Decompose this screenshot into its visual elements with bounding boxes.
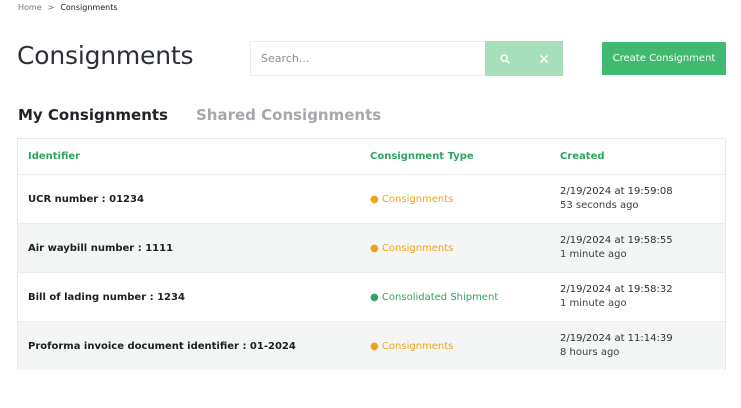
breadcrumb: Home > Consignments [18,2,118,12]
search-bar [250,41,563,76]
row-identifier[interactable]: UCR number : 01234 [28,194,144,205]
column-header-identifier[interactable]: Identifier [28,151,80,162]
row-type: ● Consolidated Shipment [370,292,498,303]
row-identifier[interactable]: Bill of lading number : 1234 [28,292,185,303]
tab-shared-consignments[interactable]: Shared Consignments [196,106,381,124]
row-created: 2/19/2024 at 11:14:39 8 hours ago [560,332,673,360]
row-identifier[interactable]: Air waybill number : 1111 [28,243,173,254]
consignments-table: Identifier Consignment Type Created UCR … [17,138,726,370]
row-type-label: Consignments [381,193,454,205]
row-created-date: 2/19/2024 at 19:59:08 [560,186,673,197]
tab-my-consignments[interactable]: My Consignments [18,106,168,124]
table-row[interactable]: UCR number : 01234 ● Consignments 2/19/2… [18,175,725,224]
close-icon [539,54,548,63]
table-row[interactable]: Air waybill number : 1111 ● Consignments… [18,224,725,273]
table-row[interactable]: Bill of lading number : 1234 ● Consolida… [18,273,725,322]
row-created-relative: 1 minute ago [560,249,627,260]
column-header-created[interactable]: Created [560,151,605,162]
row-created-relative: 8 hours ago [560,347,620,358]
page-title: Consignments [17,41,194,70]
create-consignment-button[interactable]: Create Consignment [602,42,726,75]
row-created: 2/19/2024 at 19:58:55 1 minute ago [560,234,673,262]
search-input[interactable] [250,41,485,76]
breadcrumb-current: Consignments [60,2,118,12]
row-created: 2/19/2024 at 19:59:08 53 seconds ago [560,185,673,213]
row-type-label: Consolidated Shipment [381,291,499,303]
column-header-consignment-type[interactable]: Consignment Type [370,151,474,162]
row-type: ● Consignments [370,194,453,205]
row-created-date: 2/19/2024 at 11:14:39 [560,333,673,344]
breadcrumb-separator: > [47,2,55,12]
row-created-date: 2/19/2024 at 19:58:32 [560,284,673,295]
table-row[interactable]: Proforma invoice document identifier : 0… [18,322,725,370]
search-icon [499,53,510,64]
tab-bar: My Consignments Shared Consignments [18,106,381,124]
row-created-relative: 1 minute ago [560,298,627,309]
status-dot: ● [370,291,379,303]
search-button[interactable] [485,41,524,76]
row-identifier[interactable]: Proforma invoice document identifier : 0… [28,341,296,352]
row-type-label: Consignments [381,340,454,352]
breadcrumb-home-link[interactable]: Home [18,3,42,12]
row-created-date: 2/19/2024 at 19:58:55 [560,235,673,246]
row-created-relative: 53 seconds ago [560,200,639,211]
status-dot: ● [370,242,379,254]
row-type: ● Consignments [370,341,453,352]
table-header-row: Identifier Consignment Type Created [18,139,725,175]
row-type-label: Consignments [381,242,454,254]
row-type: ● Consignments [370,243,453,254]
status-dot: ● [370,340,379,352]
status-dot: ● [370,193,379,205]
row-created: 2/19/2024 at 19:58:32 1 minute ago [560,283,673,311]
clear-search-button[interactable] [524,41,563,76]
